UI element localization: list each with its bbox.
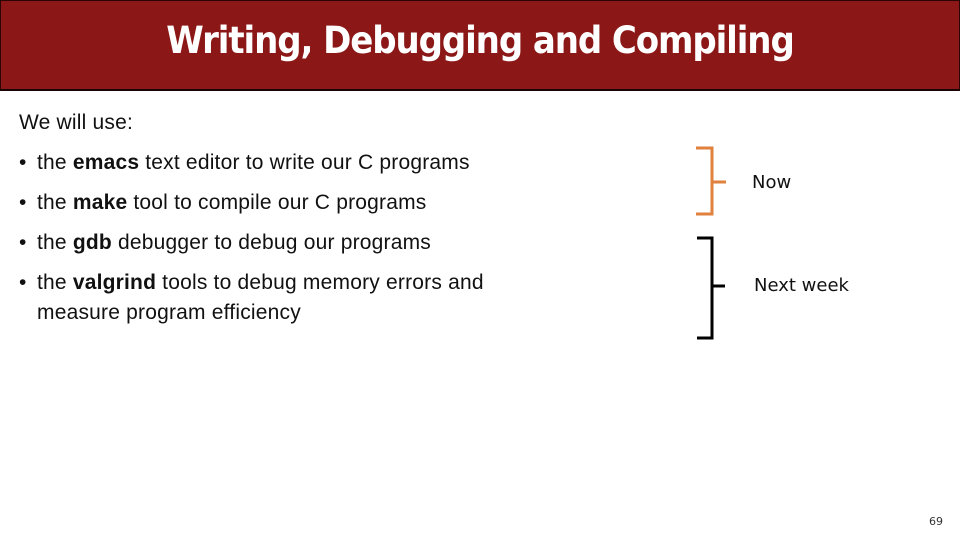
bullet-text: the: [37, 151, 73, 174]
bullet-text: text editor to write our C programs: [139, 151, 470, 174]
bullet-text: the: [37, 231, 73, 254]
bullet-tool-name: gdb: [72, 231, 112, 254]
bullet-text: the: [37, 191, 73, 214]
slide-body: We will use: • the emacs text editor to w…: [19, 108, 484, 328]
bullet-item-make: • the make tool to compile our C programs: [19, 188, 484, 228]
bullet-glyph: •: [19, 271, 27, 294]
bullet-glyph: •: [19, 151, 27, 174]
bullet-text: the: [37, 271, 73, 294]
bullet-glyph: •: [19, 231, 27, 254]
intro-text: We will use:: [19, 111, 134, 134]
bullet-text: tools to debug memory errors and: [156, 271, 484, 294]
next-week-label: Next week: [754, 275, 849, 296]
bullet-glyph: •: [19, 191, 27, 214]
bullet-tool-name: emacs: [72, 151, 140, 174]
bullet-continuation: measure program efficiency: [37, 301, 301, 324]
slide-title: Writing, Debugging and Compiling: [166, 18, 795, 62]
bullet-tool-name: valgrind: [72, 271, 157, 294]
bullet-item-gdb: • the gdb debugger to debug our programs: [19, 228, 484, 268]
bullet-item-emacs: • the emacs text editor to write our C pr…: [19, 148, 484, 188]
now-bracket: [696, 146, 726, 216]
bullet-text: debugger to debug our programs: [111, 231, 431, 254]
page-number: 69: [929, 515, 943, 528]
bullet-tool-name: make: [72, 191, 128, 214]
bullet-text: tool to compile our C programs: [127, 191, 427, 214]
next-week-bracket: [697, 236, 725, 340]
title-bar: Writing, Debugging and Compiling: [0, 0, 960, 91]
now-label: Now: [752, 172, 792, 193]
